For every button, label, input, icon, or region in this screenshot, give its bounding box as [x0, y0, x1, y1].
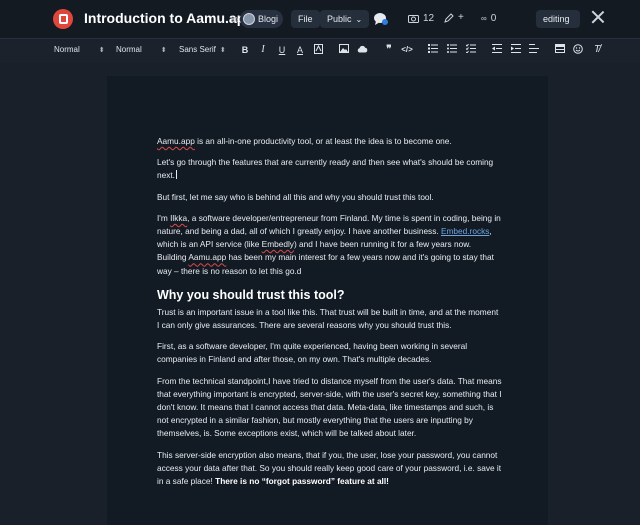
editing-mode-toggle[interactable]: editing: [536, 10, 580, 28]
indent-icon[interactable]: [510, 44, 522, 56]
comments-button[interactable]: [373, 12, 389, 26]
font-size-value: Normal: [116, 45, 142, 54]
link-count: 0: [490, 13, 497, 24]
text: I'm: [157, 212, 171, 223]
image-icon[interactable]: [338, 44, 350, 56]
text-color-icon[interactable]: A: [294, 44, 306, 56]
table-icon[interactable]: [554, 44, 566, 56]
outdent-icon[interactable]: [491, 44, 503, 56]
embed-rocks-link[interactable]: Embed.rocks: [441, 226, 489, 236]
text: is an all-in-one productivity tool, or a…: [194, 136, 452, 146]
close-icon[interactable]: [590, 9, 606, 25]
code-icon[interactable]: </>: [401, 44, 413, 56]
ordered-list-icon[interactable]: [427, 44, 439, 56]
in-label: in: [231, 14, 239, 24]
section-heading: Why you should trust this tool?: [157, 287, 345, 302]
paragraph: I'm Ilkka, a software developer/entrepre…: [157, 212, 502, 278]
select-arrows-icon: ⬍: [219, 47, 226, 54]
quote-icon[interactable]: ❞: [383, 44, 395, 56]
app-logo-icon[interactable]: [53, 9, 73, 29]
paragraph: From the technical standpoint,I have tri…: [157, 375, 502, 439]
cloud-icon[interactable]: [356, 44, 368, 56]
font-family-value: Sans Serif: [179, 45, 216, 54]
checklist-icon[interactable]: [465, 43, 477, 56]
text: Let's go through the features that are c…: [157, 157, 494, 181]
photo-count: 12: [423, 13, 435, 24]
visibility-label: Public: [327, 14, 352, 24]
underline-icon[interactable]: U: [276, 44, 288, 56]
pencil-icon: [444, 12, 454, 23]
document-body[interactable]: Aamu.app is an all-in-one productivity t…: [157, 135, 502, 496]
paragraph: But first, let me say who is behind all …: [157, 191, 434, 202]
font-family-select[interactable]: Sans Serif ⬍: [179, 45, 226, 54]
select-arrows-icon: ⬍: [98, 47, 105, 54]
bold-warning: There is no “forgot password” feature at…: [215, 476, 389, 487]
block-style-select[interactable]: Normal ⬍: [54, 45, 105, 54]
edit-add-button[interactable]: +: [444, 12, 464, 23]
camera-icon: [408, 15, 419, 23]
italic-icon[interactable]: I: [257, 44, 269, 56]
link-icon: ∞: [481, 14, 487, 23]
block-style-value: Normal: [54, 45, 80, 54]
paragraph: This server-side encryption also means, …: [157, 449, 502, 489]
font-size-select[interactable]: Normal ⬍: [116, 45, 167, 54]
chevron-down-icon: ⌄: [355, 14, 363, 24]
misspelled-word: Ilkka: [170, 212, 188, 223]
misspelled-word: Aamu.app: [188, 252, 227, 263]
blog-avatar-icon: [243, 13, 255, 25]
paragraph: Trust is an important issue in a tool li…: [157, 306, 499, 331]
paragraph: Aamu.app is an all-in-one productivity t…: [157, 135, 502, 148]
misspelled-word: Embedly: [261, 239, 294, 250]
formatting-toolbar: Normal ⬍ Normal ⬍ Sans Serif ⬍ B I U A ❞ </…: [0, 38, 640, 64]
emoji-icon[interactable]: [572, 44, 584, 57]
visibility-dropdown[interactable]: Public ⌄: [320, 10, 370, 28]
blog-selector[interactable]: Blogi: [240, 10, 284, 28]
file-menu-button[interactable]: File: [291, 10, 320, 28]
document-title[interactable]: Introduction to Aamu.app: [84, 10, 254, 26]
images-button[interactable]: 12: [408, 13, 434, 24]
links-button[interactable]: ∞ 0: [481, 13, 496, 24]
bullet-list-icon[interactable]: [446, 44, 458, 56]
align-icon[interactable]: [528, 44, 540, 56]
title-bar: Introduction to Aamu.app in Blogi File P…: [0, 0, 640, 38]
chat-icon: [374, 13, 388, 25]
text-cursor: [176, 170, 177, 180]
bold-icon[interactable]: B: [239, 44, 251, 56]
document-page[interactable]: Aamu.app is an all-in-one productivity t…: [107, 76, 548, 525]
plus-icon: +: [458, 12, 464, 23]
clear-formatting-icon[interactable]: T̸: [591, 44, 603, 56]
blog-name: Blogi: [258, 14, 279, 24]
paragraph: Let's go through the features that are c…: [157, 156, 502, 182]
misspelled-word: Aamu.app: [157, 136, 195, 146]
paragraph: First, as a software developer, I'm quit…: [157, 341, 468, 365]
highlight-icon[interactable]: [312, 44, 324, 57]
select-arrows-icon: ⬍: [160, 47, 167, 54]
